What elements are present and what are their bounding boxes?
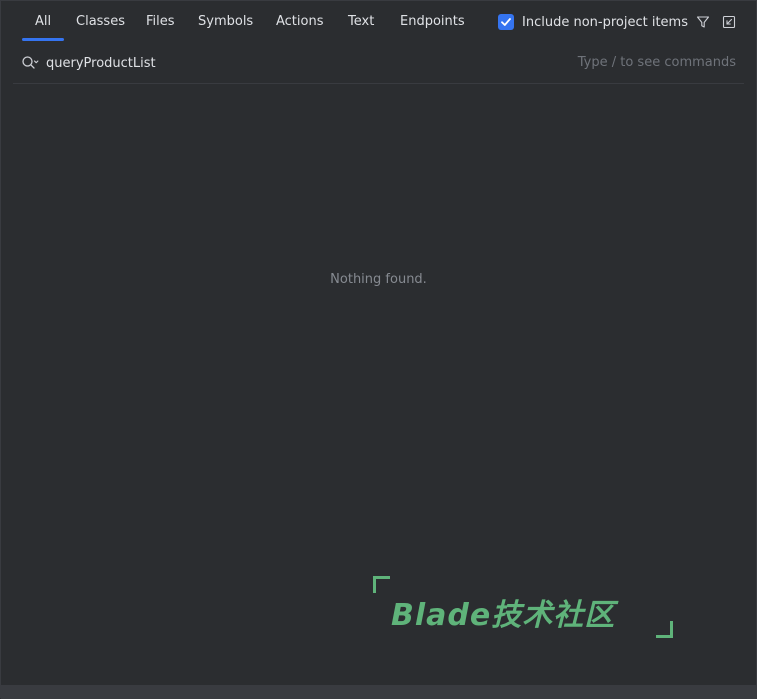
search-row: Type / to see commands — [1, 43, 756, 83]
tab-actions[interactable]: Actions — [276, 1, 324, 43]
filter-icon[interactable] — [695, 14, 711, 30]
search-input[interactable] — [46, 52, 546, 74]
tab-files[interactable]: Files — [146, 1, 175, 43]
search-hint: Type / to see commands — [577, 55, 736, 70]
include-non-project-checkbox[interactable]: Include non-project items — [498, 13, 688, 31]
checkbox-checked-icon[interactable] — [498, 14, 514, 30]
search-everywhere-popup: All Classes Files Symbols Actions Text E… — [0, 0, 757, 699]
tab-all[interactable]: All — [21, 1, 65, 43]
bottom-status-strip — [1, 685, 757, 699]
tab-classes[interactable]: Classes — [76, 1, 125, 43]
watermark-text: Blade技术社区 — [391, 598, 616, 633]
watermark-bracket-top-left — [373, 576, 390, 593]
watermark: Blade技术社区 — [373, 576, 673, 638]
empty-results-message: Nothing found. — [330, 272, 427, 287]
watermark-bracket-bottom-right — [656, 621, 673, 638]
tab-symbols[interactable]: Symbols — [198, 1, 253, 43]
tab-bar: All Classes Files Symbols Actions Text E… — [1, 1, 756, 43]
tab-endpoints[interactable]: Endpoints — [400, 1, 465, 43]
tab-text[interactable]: Text — [348, 1, 374, 43]
open-in-tool-window-icon[interactable] — [721, 14, 737, 30]
include-non-project-label: Include non-project items — [522, 14, 688, 30]
search-icon[interactable] — [21, 55, 39, 71]
